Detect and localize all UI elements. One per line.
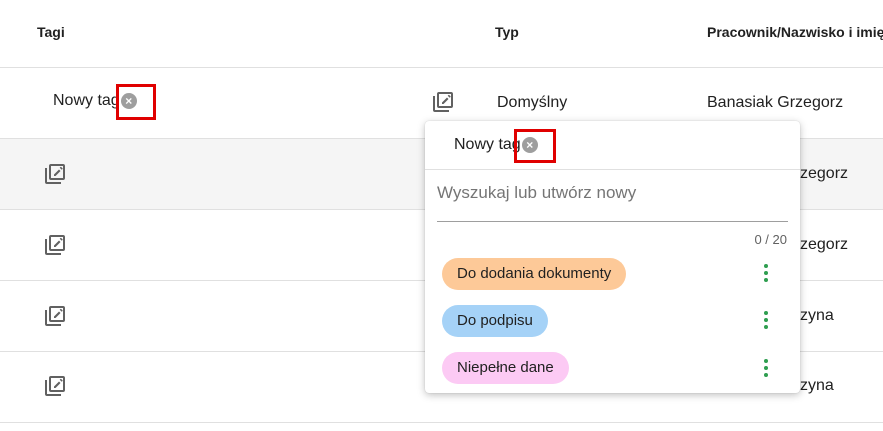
column-header-employee[interactable]: Pracownik/Nazwisko i imię [707, 24, 883, 40]
more-vert-icon[interactable] [761, 261, 771, 285]
tag-search-input[interactable]: Wyszukaj lub utwórz nowy [437, 183, 636, 203]
more-vert-icon[interactable] [761, 308, 771, 332]
edit-note-icon[interactable] [43, 374, 67, 398]
tag-dropdown: Nowy tag × Wyszukaj lub utwórz nowy 0 / 2… [425, 121, 800, 393]
column-header-type[interactable]: Typ [495, 24, 519, 40]
tag-chip-label: Nowy tag [53, 92, 120, 109]
edit-note-icon[interactable] [431, 90, 455, 114]
edit-note-icon[interactable] [43, 304, 67, 328]
edit-note-icon[interactable] [43, 162, 67, 186]
cell-type: Domyślny [497, 94, 568, 111]
edit-note-icon[interactable] [43, 233, 67, 257]
selected-tags-area: Nowy tag × [425, 121, 800, 170]
highlight-box [514, 129, 556, 163]
more-vert-icon[interactable] [761, 356, 771, 380]
column-header-tags[interactable]: Tagi [37, 24, 65, 40]
cell-employee: zegorz [800, 165, 849, 182]
cell-employee: zyna [800, 377, 834, 394]
tag-option-do-dodania-dokumenty[interactable]: Do dodania dokumenty [442, 258, 627, 290]
cell-employee: zyna [800, 307, 834, 324]
selected-tag-label: Nowy tag [454, 136, 521, 153]
highlight-box [116, 84, 156, 120]
input-underline [437, 221, 788, 222]
character-counter: 0 / 20 [754, 232, 787, 247]
tag-option-niepelne-dane[interactable]: Niepełne dane [442, 352, 569, 384]
tag-option-do-podpisu[interactable]: Do podpisu [442, 305, 548, 337]
cell-employee: Banasiak Grzegorz [707, 94, 844, 111]
cell-employee: zegorz [800, 236, 849, 253]
table-header: Tagi Typ Pracownik/Nazwisko i imię [0, 0, 883, 68]
